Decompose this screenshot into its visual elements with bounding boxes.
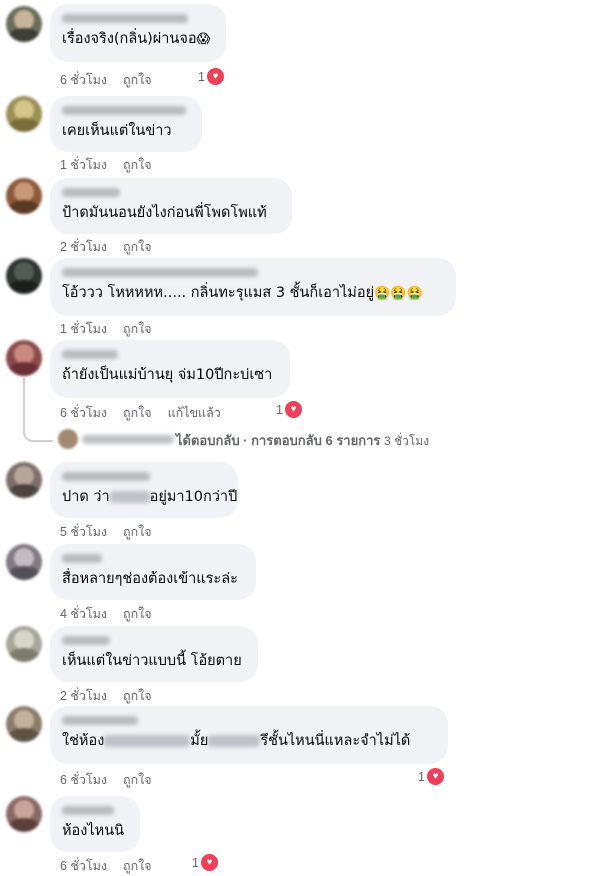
avatar[interactable] (6, 462, 42, 498)
heart-reaction-icon: ♥ (284, 401, 302, 418)
vomit-emoji-icon: 🤮🤮🤮 (374, 286, 423, 301)
like-link[interactable]: ถูกใจ (123, 689, 152, 703)
comment-text-end: รึชั้นไหนนี่แหละจำไม่ได้ (260, 733, 411, 749)
avatar[interactable] (6, 796, 42, 832)
comment-bubble: ปาด ว่า อยู่มา10กว่าปี (50, 462, 238, 518)
comment-meta: 6 ชั่วโมง ถูกใจ (60, 856, 168, 876)
heart-reaction-icon: ♥ (200, 854, 218, 871)
comment-meta: 2 ชั่วโมง ถูกใจ (60, 686, 168, 706)
comment-meta: 1 ชั่วโมง ถูกใจ (60, 319, 168, 339)
comment-text-start: ปาด ว่า (62, 489, 110, 505)
reaction-count[interactable]: 1 ♥ (418, 768, 444, 785)
author-name-redacted[interactable] (62, 14, 188, 23)
timestamp[interactable]: 2 ชั่วโมง (60, 689, 107, 703)
author-name-redacted[interactable] (62, 268, 258, 277)
comment-text: ถ้ายังเป็นแม่บ้านยุ จ่ม10ปีกะบ่เซา (62, 367, 273, 383)
author-name-redacted[interactable] (62, 106, 186, 115)
comment-meta: 2 ชั่วโมง ถูกใจ (60, 237, 168, 257)
replies-time: 3 ชั่วโมง (384, 434, 430, 448)
avatar[interactable] (6, 258, 42, 294)
author-name-redacted[interactable] (62, 716, 138, 725)
comment-text: เห็นแต่ในข่าวแบบนี้ โอ้ยตาย (62, 653, 242, 669)
comment-bubble: ถ้ายังเป็นแม่บ้านยุ จ่ม10ปีกะบ่เซา (50, 340, 290, 398)
comment-bubble: เคยเห็นแต่ในข่าว (50, 96, 202, 152)
like-link[interactable]: ถูกใจ (123, 607, 152, 621)
thread-line (23, 378, 25, 428)
timestamp[interactable]: 4 ชั่วโมง (60, 607, 107, 621)
comment-meta: 6 ชั่วโมง ถูกใจ แก้ไขแล้ว (60, 403, 237, 423)
comment-bubble: โอ้ววว โหหหหห..... กลิ่นทะรุแมส 3 ชั้นก็… (50, 258, 456, 316)
comment-meta: 4 ชั่วโมง ถูกใจ (60, 604, 168, 624)
scream-emoji-icon: 😱 (196, 32, 211, 47)
edited-label[interactable]: แก้ไขแล้ว (168, 406, 221, 420)
author-name-redacted[interactable] (62, 350, 118, 359)
comment-bubble: ใช่ห้อง มั้ย รึชั้นไหนนี่แหละจำไม่ได้ (50, 706, 448, 764)
comment-text-start: ใช่ห้อง (62, 733, 105, 749)
avatar[interactable] (6, 626, 42, 662)
author-name-redacted[interactable] (62, 472, 150, 481)
like-link[interactable]: ถูกใจ (123, 322, 152, 336)
comment-text-end: อยู่มา10กว่าปี (149, 489, 238, 505)
comment-text: ป้าดมันนอนยังไงก่อนพี่โพดโพแท้ (62, 205, 267, 221)
comment-text: เคยเห็นแต่ในข่าว (62, 123, 172, 139)
timestamp[interactable]: 1 ชั่วโมง (60, 158, 107, 172)
heart-reaction-icon: ♥ (426, 768, 444, 785)
author-name-redacted[interactable] (62, 636, 110, 645)
avatar[interactable] (6, 544, 42, 580)
like-link[interactable]: ถูกใจ (123, 240, 152, 254)
thread-connector (23, 428, 53, 442)
redacted-text (208, 735, 261, 747)
like-link[interactable]: ถูกใจ (123, 525, 152, 539)
avatar[interactable] (6, 6, 42, 42)
reaction-number: 1 (198, 69, 205, 84)
avatar[interactable] (6, 340, 42, 376)
timestamp[interactable]: 2 ชั่วโมง (60, 240, 107, 254)
timestamp[interactable]: 6 ชั่วโมง (60, 73, 107, 87)
reaction-count[interactable]: 1 ♥ (276, 401, 302, 418)
reply-avatar (58, 429, 78, 449)
redacted-text (109, 491, 150, 503)
reply-author-name-redacted (82, 435, 174, 444)
reaction-number: 1 (192, 855, 199, 870)
comment-bubble: ห้องไหนนิ (50, 796, 140, 852)
comment-bubble: เห็นแต่ในข่าวแบบนี้ โอ้ยตาย (50, 626, 258, 682)
comment-text: โอ้ววว โหหหหห..... กลิ่นทะรุแมส 3 ชั้นก็… (62, 285, 375, 301)
reaction-number: 1 (276, 402, 283, 417)
comment-bubble: สื่อหลายๆช่องต้องเข้าแระล่ะ (50, 544, 256, 600)
avatar[interactable] (6, 96, 42, 132)
avatar[interactable] (6, 178, 42, 214)
avatar[interactable] (6, 706, 42, 742)
heart-reaction-icon: ♥ (206, 68, 224, 85)
comment-meta: 6 ชั่วโมง ถูกใจ (60, 770, 168, 790)
like-link[interactable]: ถูกใจ (123, 73, 152, 87)
author-name-redacted[interactable] (62, 188, 120, 197)
comment-text: เรื่องจริง(กลิ่น)ผ่านจอ (62, 31, 197, 47)
author-name-redacted[interactable] (62, 554, 102, 563)
like-link[interactable]: ถูกใจ (123, 773, 152, 787)
like-link[interactable]: ถูกใจ (123, 859, 152, 873)
comment-meta: 5 ชั่วโมง ถูกใจ (60, 522, 168, 542)
timestamp[interactable]: 5 ชั่วโมง (60, 525, 107, 539)
redacted-text (104, 735, 191, 747)
like-link[interactable]: ถูกใจ (123, 158, 152, 172)
author-name-redacted[interactable] (62, 806, 114, 815)
reaction-count[interactable]: 1 ♥ (192, 854, 218, 871)
timestamp[interactable]: 6 ชั่วโมง (60, 406, 107, 420)
comment-bubble: ป้าดมันนอนยังไงก่อนพี่โพดโพแท้ (50, 178, 292, 234)
comment-meta: 6 ชั่วโมง ถูกใจ (60, 70, 168, 90)
reaction-number: 1 (418, 769, 425, 784)
replies-summary: ได้ตอบกลับ · การตอบกลับ 6 รายการ (176, 433, 381, 448)
reaction-count[interactable]: 1 ♥ (198, 68, 224, 85)
comment-bubble: เรื่องจริง(กลิ่น)ผ่านจอ😱 (50, 4, 226, 62)
like-link[interactable]: ถูกใจ (123, 406, 152, 420)
timestamp[interactable]: 1 ชั่วโมง (60, 322, 107, 336)
timestamp[interactable]: 6 ชั่วโมง (60, 773, 107, 787)
comment-text: ห้องไหนนิ (62, 823, 125, 839)
comment-text: สื่อหลายๆช่องต้องเข้าแระล่ะ (62, 571, 238, 587)
comment-text-middle: มั้ย (190, 733, 209, 749)
view-replies-link[interactable]: ได้ตอบกลับ · การตอบกลับ 6 รายการ 3 ชั่วโ… (0, 428, 600, 452)
comment-meta: 1 ชั่วโมง ถูกใจ (60, 155, 168, 175)
timestamp[interactable]: 6 ชั่วโมง (60, 859, 107, 873)
